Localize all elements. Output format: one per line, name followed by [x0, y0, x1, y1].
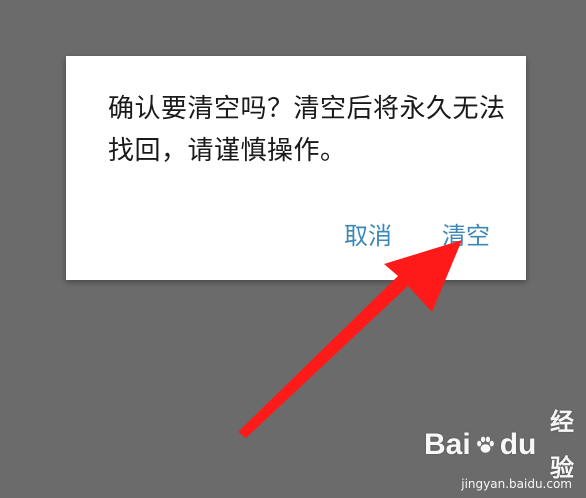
- paw-icon: [476, 436, 494, 453]
- dialog-message: 确认要清空吗？清空后将永久无法找回，请谨慎操作。: [108, 94, 506, 166]
- watermark-brand-right: du: [499, 428, 537, 461]
- confirm-clear-dialog: 确认要清空吗？清空后将永久无法找回，请谨慎操作。 取消 清空: [66, 56, 526, 280]
- watermark-brand-left: Bai: [424, 428, 471, 461]
- clear-button[interactable]: 清空: [442, 218, 490, 254]
- watermark-logo: Bai du 经验: [424, 408, 574, 482]
- watermark-url: jingyan.baidu.com: [461, 477, 572, 491]
- baidu-jingyan-watermark: Bai du 经验 jingyan.baidu.com: [424, 408, 574, 492]
- cancel-button[interactable]: 取消: [344, 218, 392, 254]
